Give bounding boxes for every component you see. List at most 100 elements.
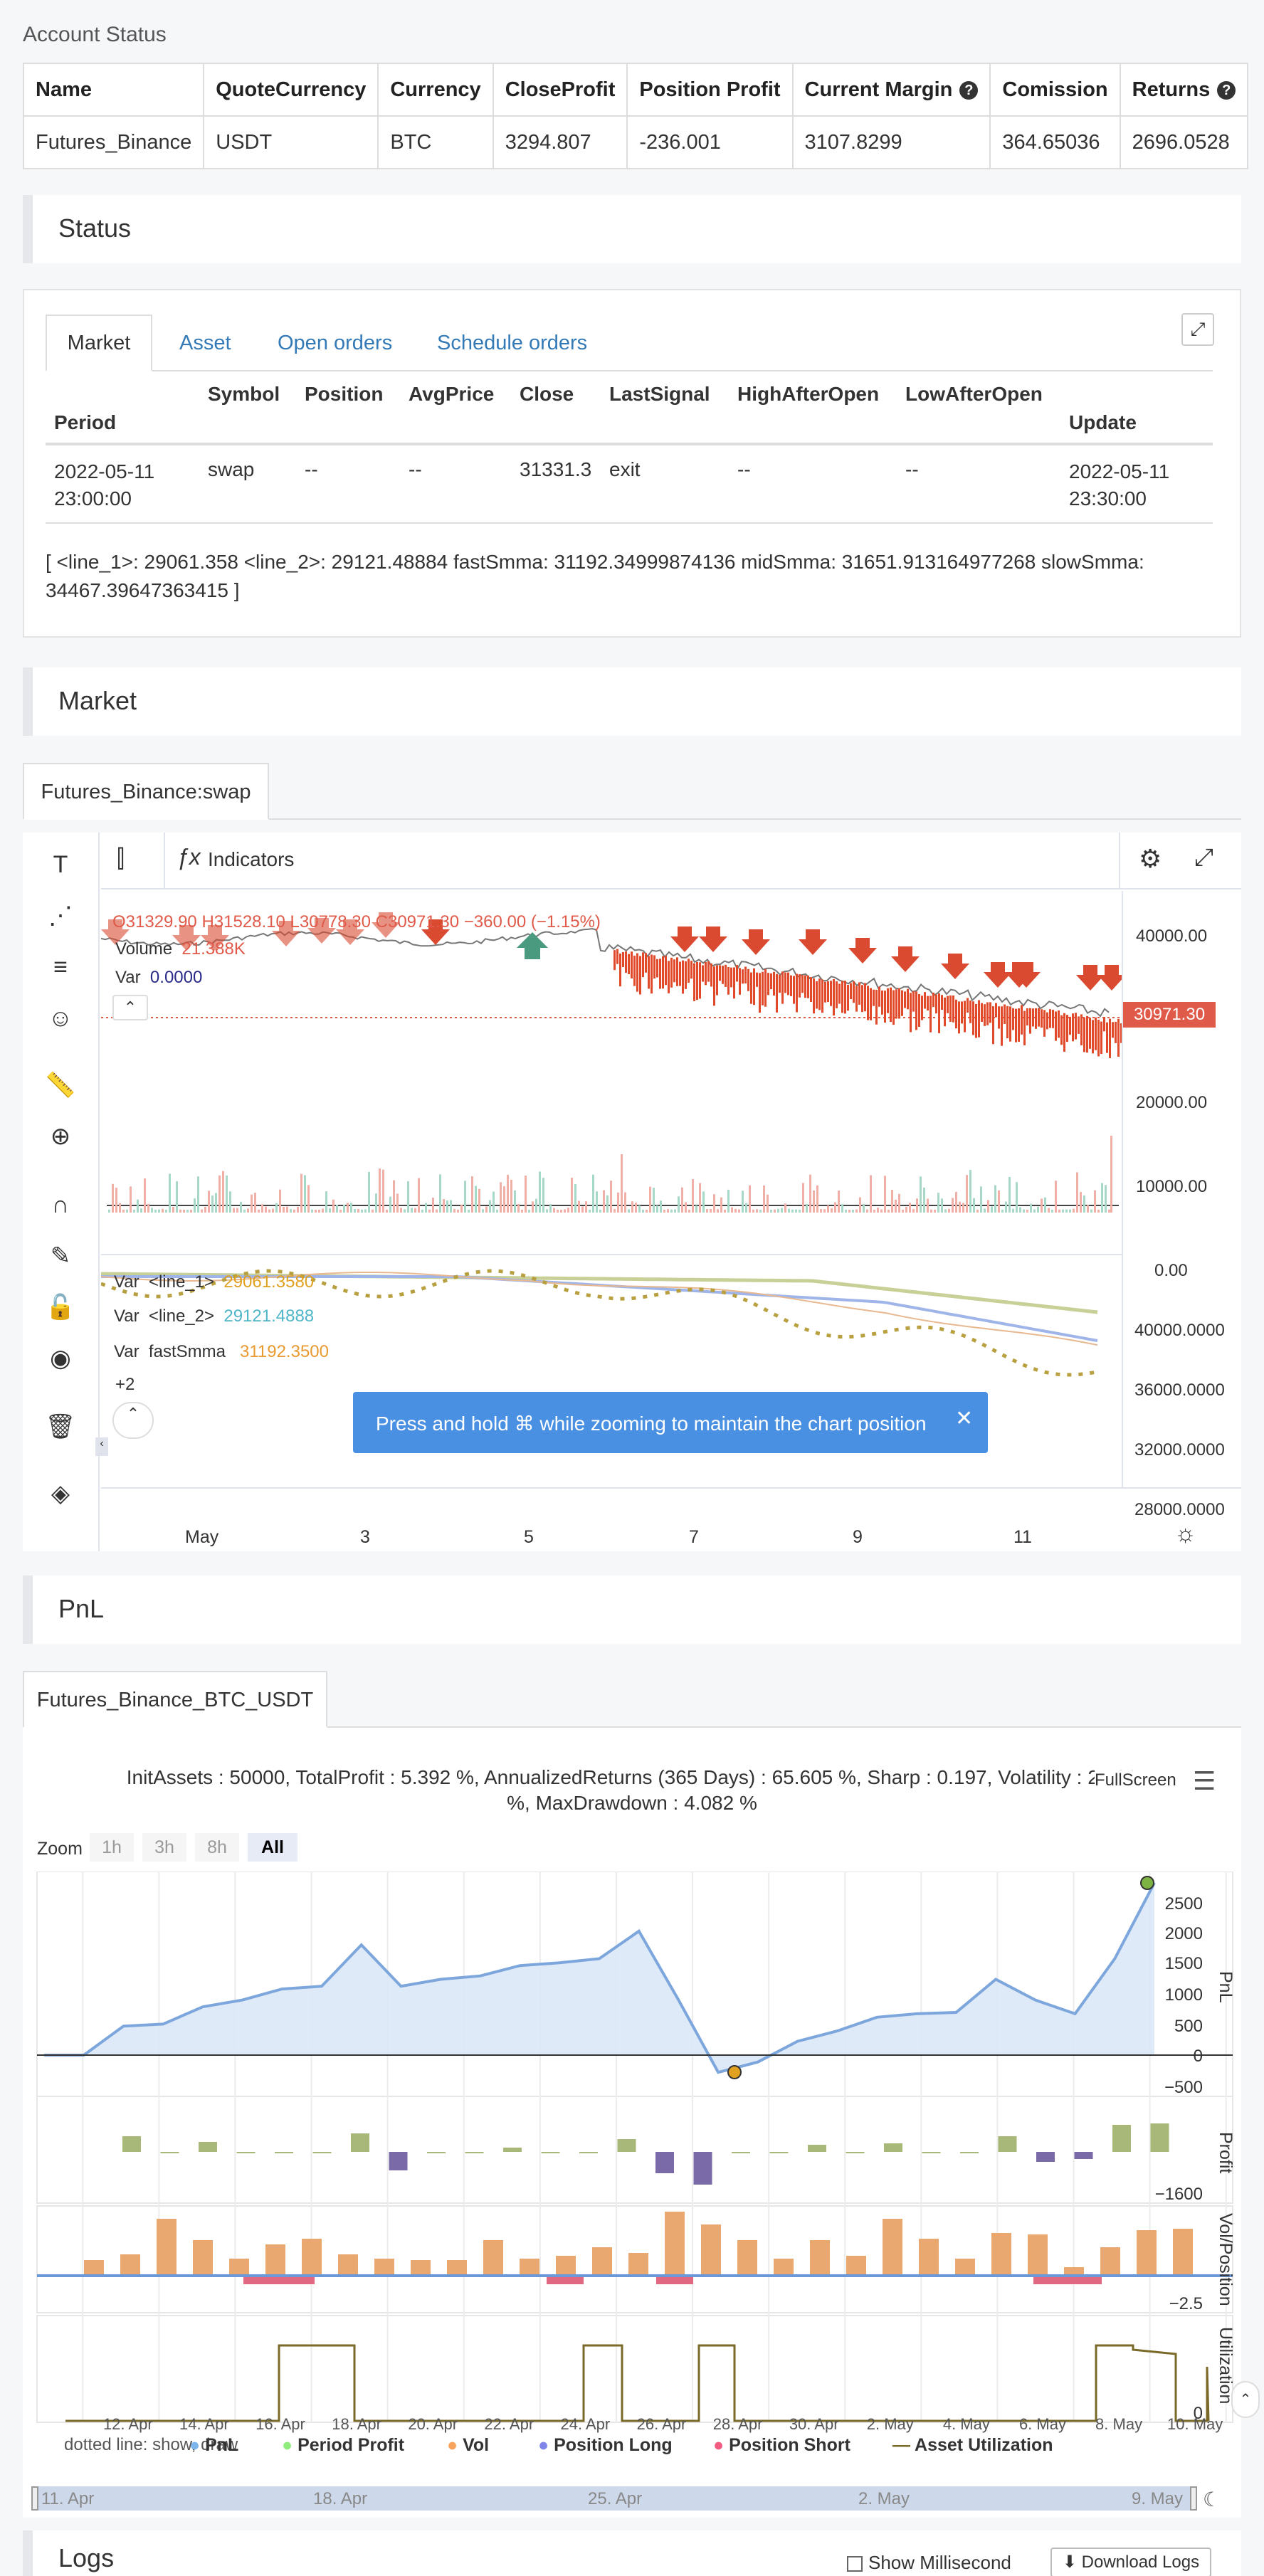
profit-bar [579,2152,598,2153]
volume-bar [450,1200,452,1213]
indicators-button[interactable]: Indicators [208,848,294,871]
volume-bar [247,1208,249,1213]
price-pane[interactable] [101,891,1122,1254]
tab-schedule-orders[interactable]: Schedule orders [437,332,587,355]
tab-asset[interactable]: Asset [179,332,231,355]
candle [713,966,715,1006]
ruler-tool-icon[interactable]: 📏 [43,1067,78,1103]
volume-bar [731,1207,733,1213]
candle [633,956,636,986]
magnet-tool-icon[interactable]: ∩ [43,1187,78,1223]
trash-icon[interactable]: 🗑 [43,1409,78,1445]
volume-bar [528,1209,530,1213]
candle [964,1001,966,1033]
more-indicators-count[interactable]: +2 [115,1375,135,1395]
zoom-3h-button[interactable]: 3h [142,1833,186,1862]
volume-bar [770,1209,772,1213]
volume-bar [685,1202,687,1213]
volume-bar [1016,1182,1018,1213]
volume-bar [1087,1205,1089,1213]
candle [807,975,809,998]
cell-position-profit: -236.001 [626,115,794,169]
volume-bar [624,1192,626,1213]
zoom-8h-button[interactable]: 8h [195,1833,239,1862]
eye-icon[interactable]: ◉ [43,1341,78,1376]
col-closeprofit: CloseProfit [492,63,628,117]
legend-position-short[interactable]: ● Position Short [713,2435,850,2456]
chart-menu-icon[interactable]: ☰ [1193,1766,1216,1796]
volume-bar [635,1203,637,1213]
zoom-tool-icon[interactable]: ⊕ [43,1119,78,1154]
candle [947,996,949,1013]
fullscreen-icon[interactable]: ⤢ [1194,844,1213,872]
pane-collapse-handle[interactable]: ‹ [95,1437,108,1456]
collapse-legend-button[interactable]: ⌃ [112,995,148,1020]
scroll-top-button[interactable]: ⌃ [1231,2381,1260,2418]
trading-chart[interactable]: T ⋰ ≡ ☺ 📏 ⊕ ∩ ✎ 🔓 ◉ 🗑 ◈ ⫿ ƒx Indicators … [23,833,1241,1551]
expand-icon[interactable]: ⤢ [1181,313,1214,346]
zoom-all-button[interactable]: All [248,1833,297,1862]
volume-bar [848,1209,850,1213]
settings-gear-icon[interactable]: ⚙ [1139,844,1162,874]
fib-tool-icon[interactable]: ≡ [43,949,78,985]
help-icon[interactable]: ? [1217,80,1236,100]
indicators-icon[interactable]: ƒx [177,844,201,870]
vol-bar [84,2260,104,2276]
path-tool-icon[interactable]: ⋰ [43,898,78,934]
profit-bar [160,2152,179,2153]
candle-type-icon[interactable]: ⫿ [117,845,125,873]
volume-bar [147,1203,149,1213]
volume-bar [841,1203,843,1213]
candle [662,956,664,989]
candle [648,956,650,989]
ohlc-readout: O31329.90 H31528.10 L30778.30 C30971.30 … [112,912,601,931]
candle [853,981,855,1003]
volume-bar [396,1193,399,1213]
download-logs-button[interactable]: ⬇ Download Logs [1050,2548,1211,2576]
legend-vol[interactable]: ● Vol [447,2435,489,2456]
tab-futures-binance-swap[interactable]: Futures_Binance:swap [23,763,269,820]
volume-bar [710,1208,712,1213]
fullscreen-button[interactable]: FullScreen [1095,1770,1176,1790]
legend-pnl[interactable]: ● PnL [189,2435,238,2456]
profit-bar [236,2152,256,2153]
panel-title-profit: Profit [1216,2132,1236,2174]
navigator-right-handle[interactable] [1190,2486,1197,2511]
show-millisecond-checkbox[interactable]: Show Millisecond [847,2552,1011,2574]
volume-bar [542,1178,544,1213]
help-icon[interactable]: ? [959,80,979,100]
volume-bar [909,1203,911,1213]
candle [952,995,954,1023]
cell-avgprice: -- [409,458,422,480]
tab-market[interactable]: Market [46,315,152,371]
volume-bar [1019,1207,1021,1213]
volume-bar [183,1209,185,1213]
candle [739,968,741,995]
volume-bar [834,1202,836,1213]
toast-close-icon[interactable]: ✕ [955,1406,973,1431]
collapse-indicators-button[interactable]: ⌃ [112,1402,154,1439]
text-tool-icon[interactable]: T [43,847,78,882]
volume-bar [873,1210,875,1213]
unlock-icon[interactable]: 🔓 [43,1289,78,1325]
legend-position-long[interactable]: ● Position Long [538,2435,673,2456]
legend-asset-utilization[interactable]: — Asset Utilization [892,2435,1053,2456]
tab-open-orders[interactable]: Open orders [278,332,392,355]
candle [1038,1008,1040,1027]
zoom-1h-button[interactable]: 1h [90,1833,134,1862]
legend-period-profit[interactable]: ● Period Profit [282,2435,404,2456]
volume-bar [329,1208,331,1213]
volume-bar [165,1210,167,1213]
emoji-tool-icon[interactable]: ☺ [43,1001,78,1036]
layers-icon[interactable]: ◈ [43,1476,78,1511]
lock-drawing-icon[interactable]: ✎ [43,1238,78,1274]
pnl-stacked-chart[interactable] [23,1872,1241,2434]
theme-moon-icon[interactable]: ☾ [1203,2488,1221,2511]
volume-bar [553,1208,555,1213]
theme-toggle-icon[interactable]: ☼ [1174,1520,1196,1548]
candle [625,951,627,973]
vol-bar [120,2254,140,2276]
navigator-left-handle[interactable] [31,2486,38,2511]
tab-futures-binance-btc-usdt[interactable]: Futures_Binance_BTC_USDT [23,1671,327,1728]
checkbox-box[interactable] [847,2556,863,2572]
